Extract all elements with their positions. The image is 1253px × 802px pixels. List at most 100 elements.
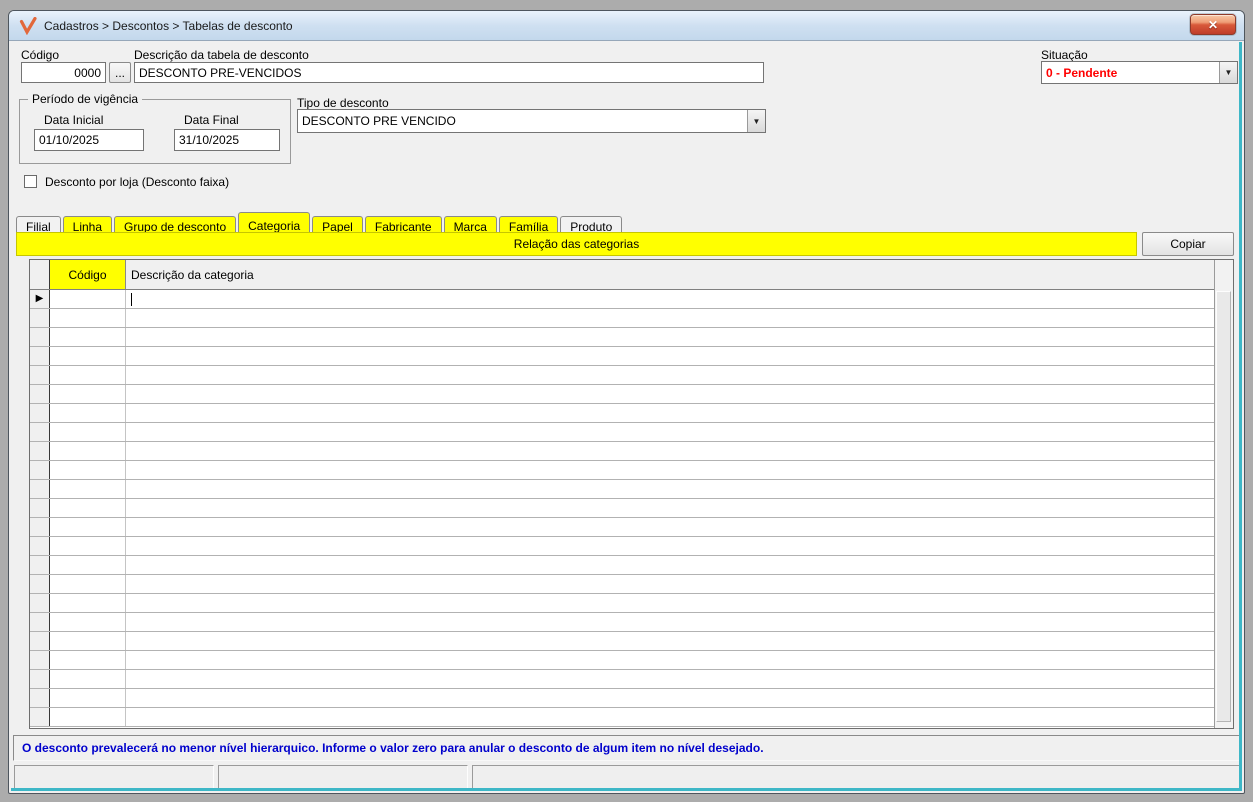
cell-descricao[interactable] [126, 309, 1214, 327]
vertical-scrollbar[interactable] [1214, 260, 1233, 728]
close-icon[interactable]: ✕ [1190, 14, 1236, 35]
codigo-field[interactable]: 0000 [21, 62, 106, 83]
cell-codigo[interactable] [50, 651, 126, 669]
descricao-field[interactable]: DESCONTO PRE-VENCIDOS [134, 62, 764, 83]
situacao-combobox[interactable]: 0 - Pendente ▼ [1041, 61, 1238, 84]
cell-descricao[interactable] [126, 575, 1214, 593]
cell-descricao[interactable] [126, 423, 1214, 441]
codigo-label: Código [21, 48, 60, 62]
cell-codigo[interactable] [50, 670, 126, 688]
table-row[interactable] [30, 309, 1214, 328]
banner-relacao-categorias: Relação das categorias [16, 232, 1137, 256]
table-row[interactable] [30, 480, 1214, 499]
title-bar: Cadastros > Descontos > Tabelas de desco… [9, 11, 1244, 41]
cell-codigo[interactable] [50, 366, 126, 384]
table-row[interactable] [30, 442, 1214, 461]
descricao-column-header[interactable]: Descrição da categoria [126, 260, 1214, 289]
chevron-down-icon[interactable]: ▼ [1219, 62, 1237, 83]
tipo-desconto-label: Tipo de desconto [297, 96, 389, 110]
table-row[interactable] [30, 385, 1214, 404]
codigo-column-header[interactable]: Código [50, 260, 126, 289]
cell-codigo[interactable] [50, 480, 126, 498]
cell-codigo[interactable] [50, 518, 126, 536]
cell-descricao[interactable] [126, 689, 1214, 707]
cell-descricao[interactable] [126, 518, 1214, 536]
cell-descricao[interactable] [126, 594, 1214, 612]
cell-descricao[interactable] [126, 499, 1214, 517]
cell-codigo[interactable] [50, 594, 126, 612]
desconto-por-loja-checkbox[interactable] [24, 175, 37, 188]
cell-descricao[interactable] [126, 480, 1214, 498]
row-indicator-cell [30, 651, 50, 669]
cell-descricao[interactable] [126, 328, 1214, 346]
row-indicator-cell [30, 632, 50, 650]
cell-codigo[interactable] [50, 575, 126, 593]
table-row[interactable] [30, 632, 1214, 651]
row-indicator-cell [30, 556, 50, 574]
cell-codigo[interactable] [50, 423, 126, 441]
data-final-field[interactable]: 31/10/2025 [174, 129, 280, 151]
cell-codigo[interactable] [50, 385, 126, 403]
cell-descricao[interactable] [126, 537, 1214, 555]
cell-descricao[interactable] [126, 385, 1214, 403]
cell-codigo[interactable] [50, 499, 126, 517]
grid-main: Código Descrição da categoria ▶ [30, 260, 1214, 728]
status-panel-1 [14, 765, 214, 790]
table-row[interactable] [30, 594, 1214, 613]
cell-codigo[interactable] [50, 347, 126, 365]
cell-codigo[interactable] [50, 290, 126, 308]
cell-codigo[interactable] [50, 613, 126, 631]
table-row[interactable] [30, 499, 1214, 518]
cell-codigo[interactable] [50, 689, 126, 707]
tipo-desconto-combobox[interactable]: DESCONTO PRE VENCIDO ▼ [297, 109, 766, 133]
table-row[interactable] [30, 404, 1214, 423]
cell-descricao[interactable] [126, 461, 1214, 479]
scrollbar-thumb[interactable] [1216, 291, 1231, 722]
row-indicator-cell [30, 613, 50, 631]
table-row[interactable] [30, 518, 1214, 537]
cell-descricao[interactable] [126, 347, 1214, 365]
table-row[interactable] [30, 689, 1214, 708]
chevron-down-icon[interactable]: ▼ [747, 110, 765, 132]
cell-descricao[interactable] [126, 613, 1214, 631]
descricao-label: Descrição da tabela de desconto [134, 48, 309, 62]
cell-codigo[interactable] [50, 537, 126, 555]
table-row[interactable] [30, 366, 1214, 385]
cell-descricao[interactable] [126, 366, 1214, 384]
cell-descricao[interactable] [126, 404, 1214, 422]
cell-descricao[interactable] [126, 708, 1214, 726]
cell-codigo[interactable] [50, 404, 126, 422]
cell-codigo[interactable] [50, 328, 126, 346]
cell-codigo[interactable] [50, 309, 126, 327]
cell-descricao[interactable] [126, 651, 1214, 669]
table-row[interactable] [30, 575, 1214, 594]
table-row[interactable] [30, 670, 1214, 689]
table-row[interactable] [30, 461, 1214, 480]
cell-codigo[interactable] [50, 556, 126, 574]
table-row[interactable]: ▶ [30, 290, 1214, 309]
table-row[interactable] [30, 708, 1214, 727]
cell-codigo[interactable] [50, 461, 126, 479]
cell-descricao[interactable] [126, 632, 1214, 650]
table-row[interactable] [30, 556, 1214, 575]
cell-descricao[interactable] [126, 290, 1214, 308]
cell-descricao[interactable] [126, 556, 1214, 574]
copiar-button[interactable]: Copiar [1142, 232, 1234, 256]
table-row[interactable] [30, 613, 1214, 632]
cell-codigo[interactable] [50, 632, 126, 650]
table-row[interactable] [30, 537, 1214, 556]
table-row[interactable] [30, 328, 1214, 347]
row-indicator-cell [30, 499, 50, 517]
browse-button[interactable]: ... [109, 62, 131, 83]
table-row[interactable] [30, 651, 1214, 670]
row-indicator-cell [30, 442, 50, 460]
cell-codigo[interactable] [50, 708, 126, 726]
app-window: Cadastros > Descontos > Tabelas de desco… [8, 10, 1245, 794]
cell-descricao[interactable] [126, 670, 1214, 688]
data-inicial-field[interactable]: 01/10/2025 [34, 129, 144, 151]
cell-descricao[interactable] [126, 442, 1214, 460]
table-row[interactable] [30, 347, 1214, 366]
cell-codigo[interactable] [50, 442, 126, 460]
row-indicator-cell [30, 347, 50, 365]
table-row[interactable] [30, 423, 1214, 442]
